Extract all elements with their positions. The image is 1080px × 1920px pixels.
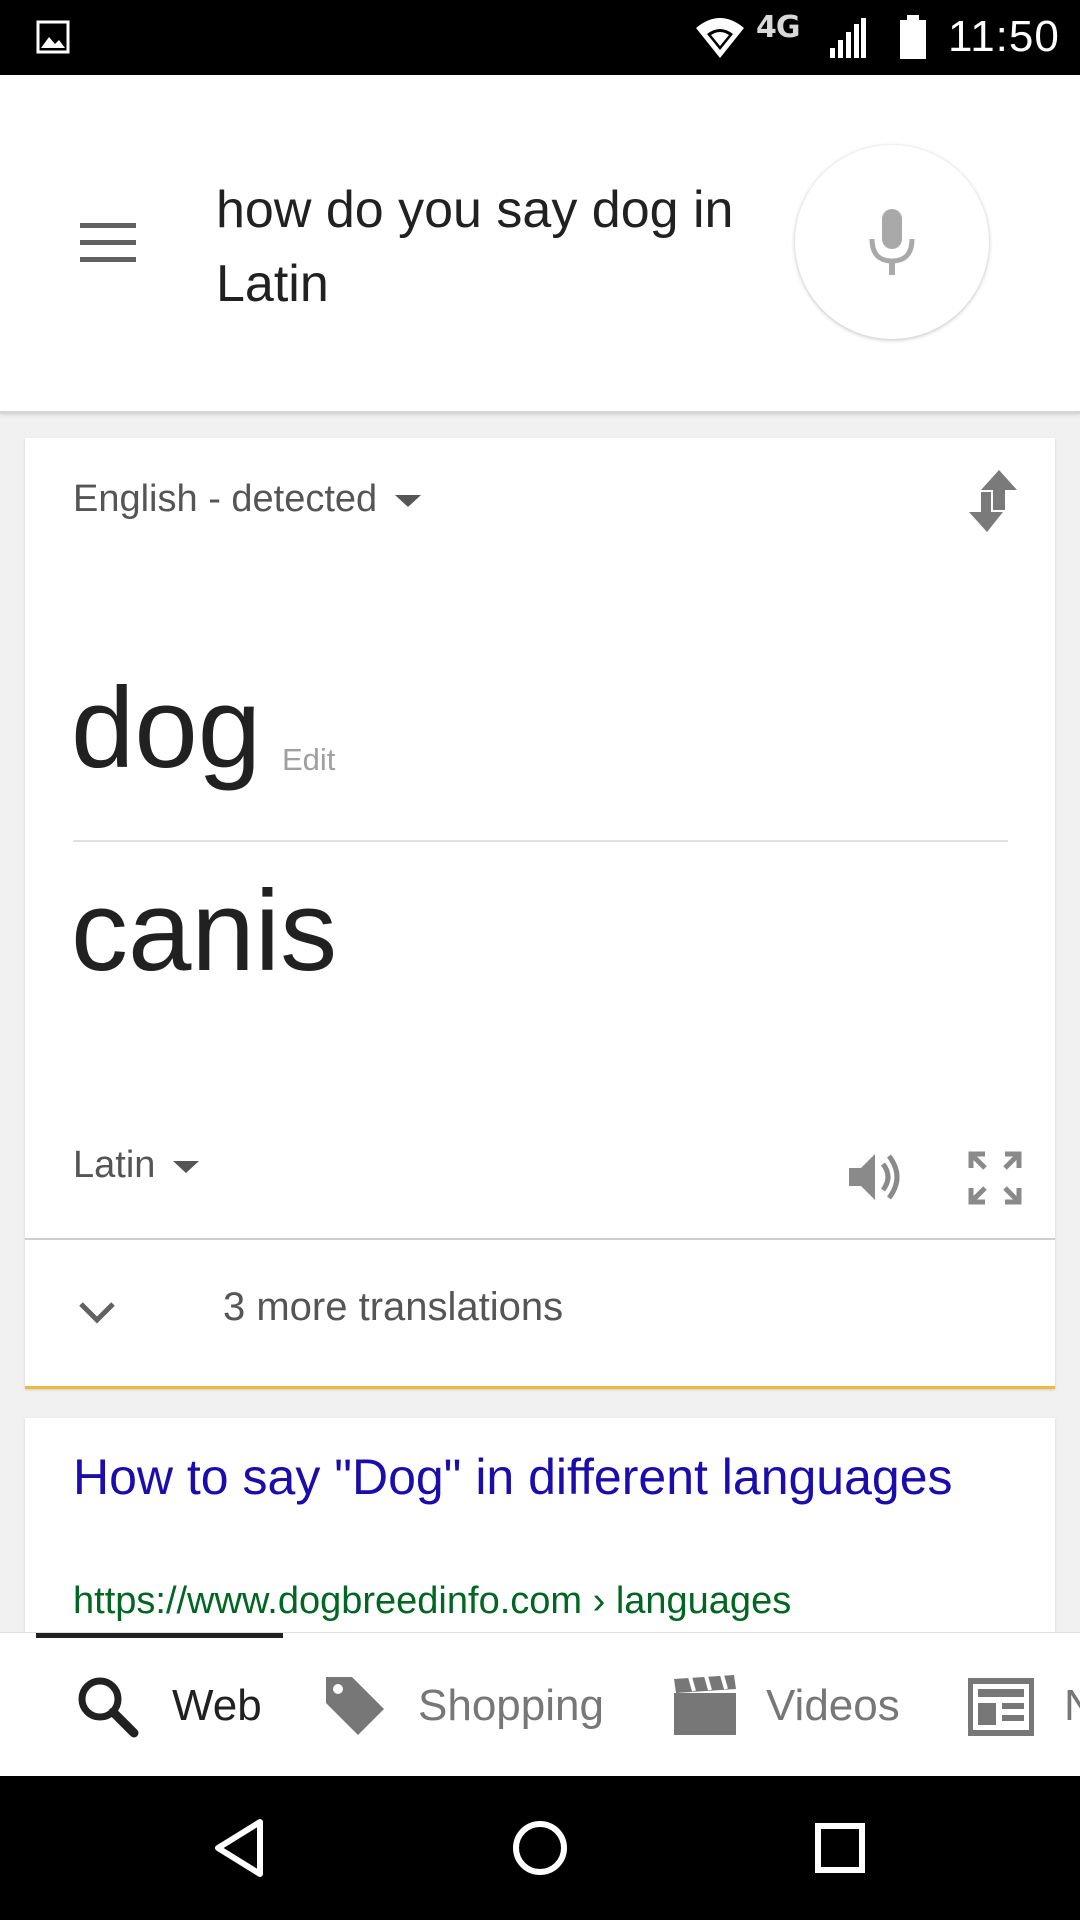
status-bar: 4G 11:50 [0,0,1080,75]
search-tabs: Web Shopping Videos N [0,1632,1080,1777]
tab-news[interactable]: N [966,1633,1080,1777]
result-url[interactable]: https://www.dogbreedinfo.com › languages [73,1580,791,1623]
network-type: 4G [756,10,800,45]
divider [73,840,1008,842]
fullscreen-icon[interactable] [967,1150,1023,1206]
clapperboard-icon [674,1674,736,1735]
wifi-icon [696,18,744,58]
microphone-icon [869,209,915,275]
battery-icon [900,15,926,59]
translated-text: canis [71,868,338,995]
voice-search-button[interactable] [795,145,989,339]
tab-shopping-label: Shopping [418,1681,604,1730]
chevron-down-icon [79,1302,115,1324]
speaker-icon[interactable] [845,1146,907,1208]
search-query[interactable]: how do you say dog in Latin [216,173,736,321]
tab-news-label: N [1064,1681,1080,1731]
search-icon [78,1677,139,1738]
signal-icon [830,18,866,58]
search-result-card: How to say "Dog" in different languages … [25,1418,1055,1633]
source-language-label: English - detected [73,478,378,520]
tab-videos[interactable]: Videos [668,1633,928,1777]
more-translations-button[interactable]: 3 more translations [25,1240,1055,1386]
source-language-select[interactable]: English - detected [73,478,422,521]
target-language-select[interactable]: Latin [73,1144,200,1187]
tab-web-label: Web [172,1681,262,1730]
target-language-label: Latin [73,1144,156,1186]
home-icon[interactable] [508,1816,572,1880]
newspaper-icon [968,1678,1034,1736]
back-icon[interactable] [208,1816,272,1880]
tab-videos-label: Videos [766,1681,900,1730]
result-title-link[interactable]: How to say "Dog" in different languages [73,1446,973,1509]
translate-card: English - detected dog Edit canis Latin … [25,438,1055,1389]
swap-languages-icon[interactable] [967,470,1019,532]
caret-down-icon [395,494,422,507]
tab-shopping[interactable]: Shopping [316,1633,616,1777]
caret-down-icon [173,1160,200,1173]
tab-web[interactable]: Web [60,1633,280,1777]
source-text[interactable]: dog [71,663,261,794]
clock: 11:50 [948,12,1060,61]
hamburger-menu-icon[interactable] [80,223,136,263]
tag-icon [326,1677,384,1735]
navigation-bar [0,1776,1080,1920]
gallery-icon [36,20,70,54]
edit-link[interactable]: Edit [282,742,335,778]
search-header: how do you say dog in Latin [0,75,1080,414]
recents-icon[interactable] [808,1816,872,1880]
more-translations-label: 3 more translations [223,1285,564,1329]
